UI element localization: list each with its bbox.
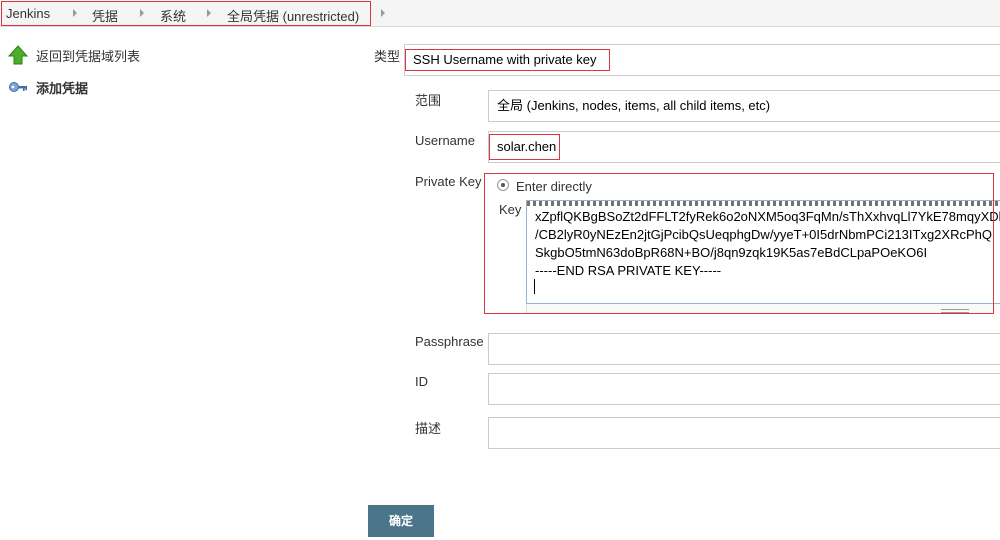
grip-line [941,309,969,310]
breadcrumb-separator-icon[interactable] [381,9,385,17]
submit-button[interactable]: 确定 [368,505,434,537]
enter-directly-radio[interactable] [497,179,509,191]
breadcrumb-separator-icon[interactable] [207,9,211,17]
page: Jenkins 凭据 系统 全局凭据 (unrestricted) 返回到凭据域… [0,0,1000,540]
scope-select-value: 全局 (Jenkins, nodes, items, all child ite… [497,98,771,113]
scope-select[interactable]: 全局 (Jenkins, nodes, items, all child ite… [488,90,1000,122]
grip-line [941,312,969,313]
key-line: /CB2lyR0yNEzEn2jtGjPcibQsUeqphgDw/yyeT+0… [535,227,992,242]
text-caret [534,279,535,294]
breadcrumb-item-credentials[interactable]: 凭据 [92,6,118,25]
username-input[interactable]: solar.chen [488,131,1000,163]
sidebar-item-label: 返回到凭据域列表 [36,48,141,64]
sidebar-item-back-to-domains[interactable]: 返回到凭据域列表 [8,45,140,65]
key-line: SkgbO5tmN63doBpR68N+BO/j8qn9zqk19K5as7eB… [535,245,928,260]
key-icon [9,82,27,92]
key-line: -----END RSA PRIVATE KEY----- [535,263,722,278]
username-input-value: solar.chen [497,139,557,154]
private-key-label: Private Key [415,174,482,189]
description-label: 描述 [415,421,442,436]
key-label: Key [499,202,522,217]
sidebar-item-add-credentials[interactable]: 添加凭据 [8,77,88,97]
enter-directly-label[interactable]: Enter directly [516,179,592,194]
scope-label: 范围 [415,93,442,108]
kind-select-value: SSH Username with private key [413,52,597,67]
passphrase-input[interactable] [488,333,1000,365]
breadcrumb-separator-icon[interactable] [140,9,144,17]
id-label: ID [415,374,428,389]
description-input[interactable] [488,417,1000,449]
private-key-textarea[interactable]: xZpflQKBgBSoZt2dFFLT2fyRek6o2oNXM5oq3FqM… [526,200,1000,304]
breadcrumb-item-system[interactable]: 系统 [160,6,186,25]
kind-label: 类型 [374,49,401,64]
key-partial-line [527,201,1000,206]
sidebar-item-label: 添加凭据 [36,80,89,96]
breadcrumb: Jenkins 凭据 系统 全局凭据 (unrestricted) [0,0,1000,27]
key-line: xZpflQKBgBSoZt2dFFLT2fyRek6o2oNXM5oq3FqM… [535,209,1000,224]
breadcrumb-item-global-credentials[interactable]: 全局凭据 (unrestricted) [227,6,359,25]
breadcrumb-separator-icon[interactable] [73,9,77,17]
id-input[interactable] [488,373,1000,405]
up-arrow-icon [8,45,28,65]
username-label: Username [415,133,475,148]
breadcrumb-item-jenkins[interactable]: Jenkins [6,6,50,21]
kind-select[interactable]: SSH Username with private key [404,44,1000,76]
textarea-resize-handle[interactable] [526,304,1000,314]
passphrase-label: Passphrase [415,334,484,349]
